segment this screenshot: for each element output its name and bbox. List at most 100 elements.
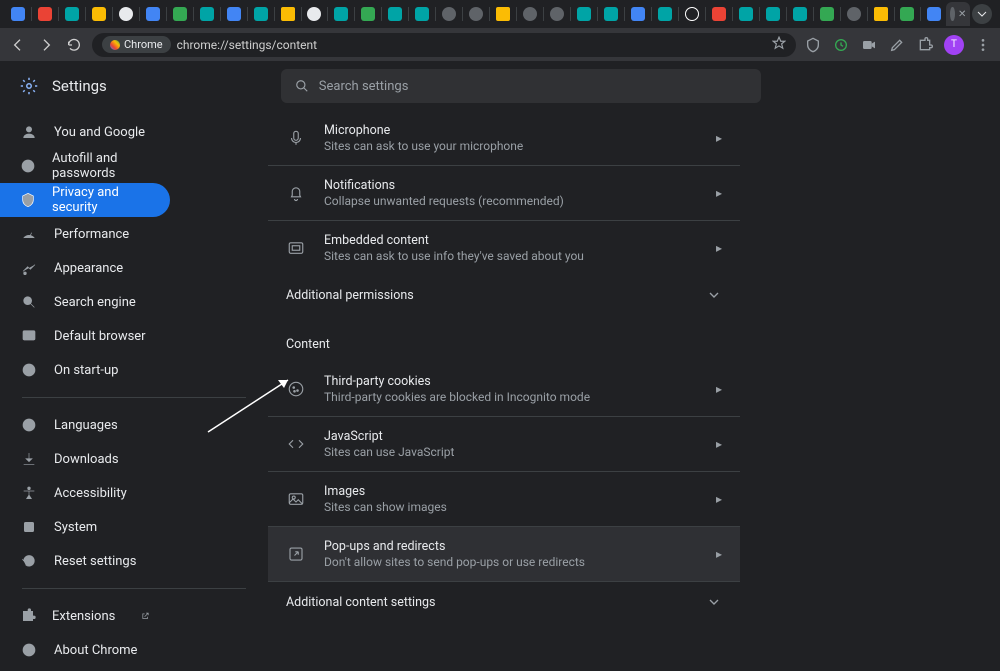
sidebar-item-default-browser[interactable]: Default browser — [0, 319, 170, 353]
tab[interactable] — [33, 4, 57, 24]
tab[interactable] — [518, 4, 542, 24]
autofill-icon — [20, 157, 36, 175]
row-subtitle: Third-party cookies are blocked in Incog… — [324, 390, 716, 404]
tab[interactable] — [302, 4, 326, 24]
tab[interactable] — [599, 4, 623, 24]
sidebar-item-downloads[interactable]: Downloads — [0, 442, 170, 476]
sidebar-item-languages[interactable]: Languages — [0, 408, 170, 442]
tab[interactable] — [222, 4, 246, 24]
close-tab-icon[interactable]: ✕ — [958, 9, 966, 20]
tab[interactable] — [869, 4, 893, 24]
tab[interactable] — [653, 4, 677, 24]
tab[interactable] — [680, 4, 704, 24]
sidebar-item-label: Extensions — [52, 609, 115, 624]
bookmark-star-icon[interactable] — [772, 35, 786, 54]
mic-icon — [286, 128, 306, 148]
row-subtitle: Collapse unwanted requests (recommended) — [324, 194, 716, 208]
setting-row-notifications[interactable]: NotificationsCollapse unwanted requests … — [268, 165, 740, 220]
tab[interactable] — [383, 4, 407, 24]
tab[interactable] — [114, 4, 138, 24]
chevron-right-icon: ▸ — [716, 382, 722, 396]
download-icon — [20, 450, 38, 468]
tab[interactable] — [410, 4, 434, 24]
address-bar[interactable]: Chrome chrome://settings/content — [92, 33, 796, 57]
sidebar-item-extensions[interactable]: Extensions — [0, 599, 170, 633]
tab[interactable] — [276, 4, 300, 24]
sidebar-item-on-start-up[interactable]: On start-up — [0, 353, 170, 387]
sidebar-item-appearance[interactable]: Appearance — [0, 251, 170, 285]
sidebar-item-privacy-and-security[interactable]: Privacy and security — [0, 183, 170, 217]
tab[interactable] — [545, 4, 569, 24]
bell-icon — [286, 183, 306, 203]
sidebar-item-performance[interactable]: Performance — [0, 217, 170, 251]
forward-button[interactable] — [36, 35, 56, 55]
video-icon[interactable] — [860, 36, 878, 54]
tab[interactable] — [734, 4, 758, 24]
tab[interactable] — [491, 4, 515, 24]
settings-search[interactable]: Search settings — [281, 69, 761, 103]
tab[interactable] — [464, 4, 488, 24]
shield-icon[interactable] — [804, 36, 822, 54]
tab-overflow-button[interactable] — [972, 4, 992, 24]
row-title: Notifications — [324, 178, 716, 193]
tab[interactable] — [87, 4, 111, 24]
setting-row-javascript[interactable]: JavaScriptSites can use JavaScript▸ — [268, 416, 740, 471]
row-subtitle: Sites can ask to use info they've saved … — [324, 249, 716, 263]
site-chip-label: Chrome — [124, 38, 163, 51]
sidebar-item-about-chrome[interactable]: About Chrome — [0, 633, 170, 667]
sidebar-item-search-engine[interactable]: Search engine — [0, 285, 170, 319]
external-link-icon — [141, 609, 150, 623]
additional-permissions-row[interactable]: Additional permissions — [268, 275, 740, 315]
tab[interactable] — [572, 4, 596, 24]
chevron-right-icon: ▸ — [716, 241, 722, 255]
tab[interactable] — [329, 4, 353, 24]
tab[interactable] — [895, 4, 919, 24]
reload-button[interactable] — [64, 35, 84, 55]
tab[interactable] — [356, 4, 380, 24]
tab[interactable] — [195, 4, 219, 24]
tab[interactable] — [788, 4, 812, 24]
tab[interactable] — [249, 4, 273, 24]
profile-avatar[interactable]: T — [944, 35, 964, 55]
sidebar-item-accessibility[interactable]: Accessibility — [0, 476, 170, 510]
sidebar: You and GoogleAutofill and passwordsPriv… — [0, 111, 268, 625]
setting-row-third-party-cookies[interactable]: Third-party cookiesThird-party cookies a… — [268, 362, 740, 416]
tab[interactable] — [707, 4, 731, 24]
sidebar-item-reset-settings[interactable]: Reset settings — [0, 544, 170, 578]
sidebar-item-autofill-and-passwords[interactable]: Autofill and passwords — [0, 149, 170, 183]
row-title: Images — [324, 484, 716, 499]
tab[interactable] — [626, 4, 650, 24]
popup-icon — [286, 544, 306, 564]
site-chip[interactable]: Chrome — [102, 36, 171, 53]
refresh-ext-icon[interactable] — [832, 36, 850, 54]
sidebar-item-label: Autofill and passwords — [52, 151, 150, 181]
tab[interactable] — [60, 4, 84, 24]
kebab-menu-icon[interactable] — [974, 36, 992, 54]
pen-icon[interactable] — [888, 36, 906, 54]
tab[interactable] — [437, 4, 461, 24]
tab-active-settings[interactable]: ✕ — [946, 2, 970, 26]
setting-row-microphone[interactable]: MicrophoneSites can ask to use your micr… — [268, 111, 740, 165]
setting-row-embedded-content[interactable]: Embedded contentSites can ask to use inf… — [268, 220, 740, 275]
tab[interactable] — [6, 4, 30, 24]
content-section-title: Content — [268, 315, 740, 362]
puzzle-icon[interactable] — [916, 36, 934, 54]
additional-content-row[interactable]: Additional content settings — [268, 581, 740, 622]
row-subtitle: Don't allow sites to send pop-ups or use… — [324, 555, 716, 569]
tab[interactable] — [761, 4, 785, 24]
sidebar-item-label: On start-up — [54, 363, 118, 378]
sidebar-item-you-and-google[interactable]: You and Google — [0, 115, 170, 149]
tab[interactable] — [842, 4, 866, 24]
setting-row-pop-ups-and-redirects[interactable]: Pop-ups and redirectsDon't allow sites t… — [268, 526, 740, 581]
setting-row-images[interactable]: ImagesSites can show images▸ — [268, 471, 740, 526]
sidebar-item-system[interactable]: System — [0, 510, 170, 544]
sidebar-item-label: About Chrome — [54, 643, 137, 658]
tab[interactable] — [922, 4, 946, 24]
back-button[interactable] — [8, 35, 28, 55]
image-icon — [286, 489, 306, 509]
chevron-right-icon: ▸ — [716, 437, 722, 451]
tab[interactable] — [168, 4, 192, 24]
tab[interactable] — [141, 4, 165, 24]
row-title: Microphone — [324, 123, 716, 138]
tab[interactable] — [815, 4, 839, 24]
